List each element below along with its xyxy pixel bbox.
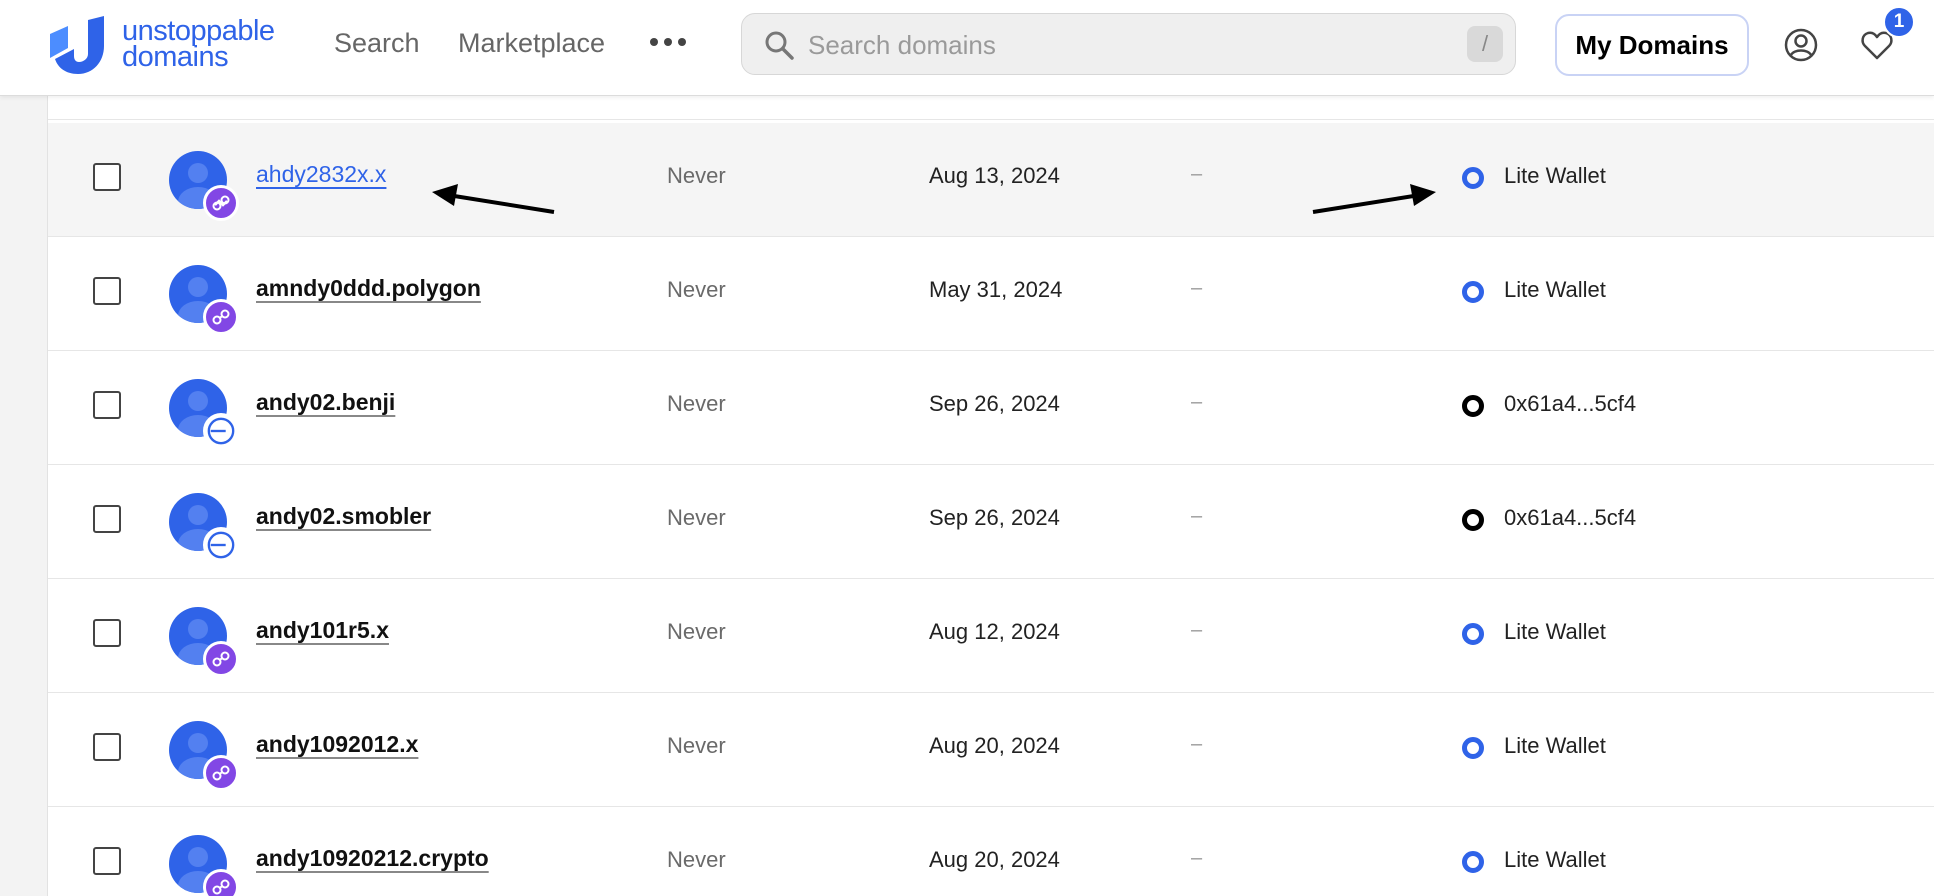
wallet-address: 0x61a4...5cf4 (1504, 505, 1637, 530)
row-checkbox[interactable] (93, 733, 121, 761)
domain-link[interactable]: andy10920212.crypto (256, 845, 489, 872)
expiry-value: Never (667, 619, 726, 644)
polygon-icon (203, 755, 239, 791)
polygon-icon (203, 641, 239, 677)
table-row[interactable] (48, 96, 1934, 120)
purchase-date: Aug 12, 2024 (929, 619, 1060, 644)
empty-value: – (1191, 277, 1203, 299)
top-header: unstoppable domains Search Marketplace /… (0, 0, 1934, 96)
expiry-value: Never (667, 391, 726, 416)
nav-marketplace-link[interactable]: Marketplace (458, 28, 605, 59)
expiry-value: Never (667, 505, 726, 530)
purchase-date: Sep 26, 2024 (929, 505, 1060, 530)
domain-link[interactable]: amndy0ddd.polygon (256, 275, 481, 302)
lite-wallet-icon (1462, 167, 1484, 189)
wallet-label: Lite Wallet (1504, 619, 1606, 644)
search-bar[interactable]: / (741, 13, 1516, 75)
domain-link[interactable]: andy1092012.x (256, 731, 418, 758)
domain-link[interactable]: andy02.smobler (256, 503, 431, 530)
base-icon (203, 527, 239, 563)
empty-value: – (1191, 733, 1203, 755)
row-checkbox[interactable] (93, 163, 121, 191)
table-row[interactable]: andy02.smobler Never Sep 26, 2024 – 0x61… (48, 465, 1934, 579)
row-checkbox[interactable] (93, 277, 121, 305)
wallet-label: Lite Wallet (1504, 163, 1606, 188)
lite-wallet-icon (1462, 623, 1484, 645)
purchase-date: Aug 20, 2024 (929, 733, 1060, 758)
wallet-label: Lite Wallet (1504, 733, 1606, 758)
more-icon[interactable] (650, 35, 690, 49)
my-domains-button[interactable]: My Domains (1555, 14, 1749, 76)
expiry-value: Never (667, 277, 726, 302)
logo-icon (50, 16, 104, 74)
empty-value: – (1191, 847, 1203, 869)
left-sidebar (0, 96, 48, 896)
row-checkbox[interactable] (93, 391, 121, 419)
purchase-date: Sep 26, 2024 (929, 391, 1060, 416)
row-checkbox[interactable] (93, 505, 121, 533)
empty-value: – (1191, 391, 1203, 413)
annotation-arrow-left (432, 184, 555, 214)
search-icon (765, 31, 794, 60)
lite-wallet-icon (1462, 851, 1484, 873)
lite-wallet-icon (1462, 737, 1484, 759)
polygon-icon (203, 185, 239, 221)
wallet-address: 0x61a4...5cf4 (1504, 391, 1637, 416)
annotation-arrow-right (1312, 184, 1436, 214)
expiry-value: Never (667, 733, 726, 758)
table-row[interactable]: andy101r5.x Never Aug 12, 2024 – Lite Wa… (48, 579, 1934, 693)
search-shortcut-key: / (1467, 26, 1503, 62)
domain-link[interactable]: ahdy2832x.x (256, 161, 386, 188)
logo-line-2: domains (122, 41, 229, 73)
domains-table: ahdy2832x.x Never Aug 13, 2024 – Lite Wa… (48, 96, 1934, 896)
purchase-date: Aug 13, 2024 (929, 163, 1060, 188)
lite-wallet-icon (1462, 281, 1484, 303)
favorites-count-badge: 1 (1883, 6, 1915, 38)
purchase-date: May 31, 2024 (929, 277, 1063, 302)
nav-search-link[interactable]: Search (334, 28, 420, 59)
table-row[interactable]: ahdy2832x.x Never Aug 13, 2024 – Lite Wa… (48, 123, 1934, 237)
account-icon[interactable] (1784, 28, 1818, 62)
row-checkbox[interactable] (93, 619, 121, 647)
base-icon (203, 413, 239, 449)
purchase-date: Aug 20, 2024 (929, 847, 1060, 872)
expiry-value: Never (667, 163, 726, 188)
logo-text: unstoppable domains (122, 17, 275, 73)
table-row[interactable]: andy1092012.x Never Aug 20, 2024 – Lite … (48, 693, 1934, 807)
row-checkbox[interactable] (93, 847, 121, 875)
empty-value: – (1191, 505, 1203, 527)
external-wallet-icon (1462, 395, 1484, 417)
wallet-label: Lite Wallet (1504, 847, 1606, 872)
empty-value: – (1191, 619, 1203, 641)
polygon-icon (203, 869, 239, 896)
wallet-label: Lite Wallet (1504, 277, 1606, 302)
polygon-icon (203, 299, 239, 335)
table-row[interactable]: andy10920212.crypto Never Aug 20, 2024 –… (48, 807, 1934, 896)
search-input[interactable] (806, 26, 1410, 64)
domain-link[interactable]: andy02.benji (256, 389, 395, 416)
expiry-value: Never (667, 847, 726, 872)
domain-link[interactable]: andy101r5.x (256, 617, 389, 644)
table-row[interactable]: amndy0ddd.polygon Never May 31, 2024 – L… (48, 237, 1934, 351)
external-wallet-icon (1462, 509, 1484, 531)
empty-value: – (1191, 163, 1203, 185)
table-row[interactable]: andy02.benji Never Sep 26, 2024 – 0x61a4… (48, 351, 1934, 465)
unstoppable-domains-logo[interactable]: unstoppable domains (44, 16, 296, 76)
